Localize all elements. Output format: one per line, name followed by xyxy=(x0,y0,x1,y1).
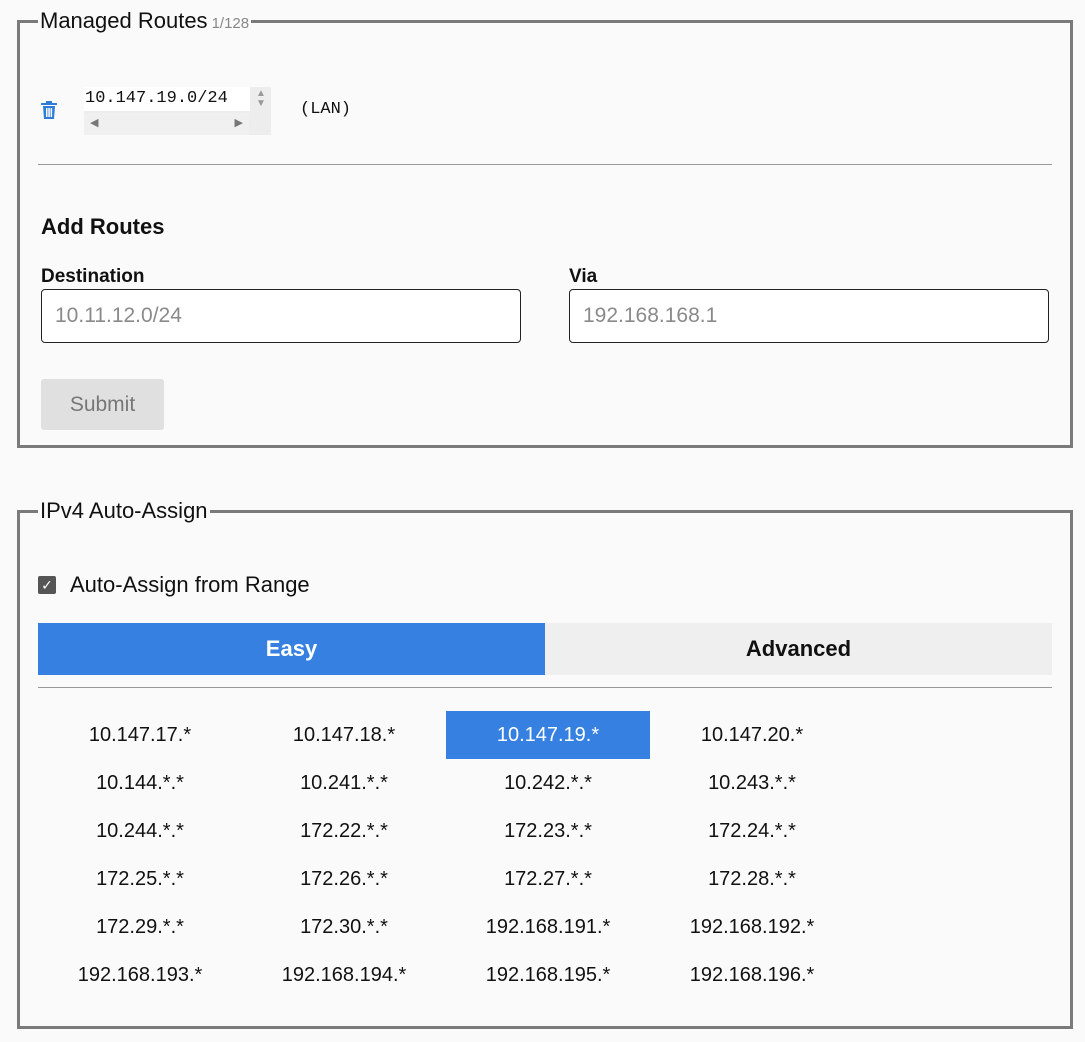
range-option[interactable]: 172.28.*.* xyxy=(650,855,854,903)
scroll-left-icon[interactable]: ◀ xyxy=(90,116,98,129)
range-option[interactable]: 10.244.*.* xyxy=(38,807,242,855)
submit-button[interactable]: Submit xyxy=(41,379,164,430)
destination-label: Destination xyxy=(41,266,145,287)
range-option-selected[interactable]: 10.147.19.* xyxy=(446,711,650,759)
add-routes-title: Add Routes xyxy=(41,214,165,239)
trash-icon[interactable] xyxy=(40,100,58,120)
range-option[interactable]: 10.147.20.* xyxy=(650,711,854,759)
managed-routes-panel: Managed Routes 1/128 10.147.19.0/24 ▲ ▼ ◀ … xyxy=(17,8,1073,448)
auto-assign-checkbox[interactable]: ✓ xyxy=(38,576,56,594)
via-label: Via xyxy=(569,266,598,287)
scroll-right-icon[interactable]: ▶ xyxy=(235,116,243,129)
via-input[interactable] xyxy=(569,289,1049,343)
range-option[interactable]: 192.168.194.* xyxy=(242,951,446,999)
route-destination-field[interactable]: 10.147.19.0/24 ▲ ▼ ◀ ▶ xyxy=(84,87,271,135)
spinner-arrows-icon[interactable]: ▲ ▼ xyxy=(253,89,269,109)
range-option[interactable]: 192.168.193.* xyxy=(38,951,242,999)
auto-assign-checkbox-label[interactable]: Auto-Assign from Range xyxy=(70,572,310,598)
range-option[interactable]: 172.26.*.* xyxy=(242,855,446,903)
range-option[interactable]: 192.168.192.* xyxy=(650,903,854,951)
range-option[interactable]: 10.243.*.* xyxy=(650,759,854,807)
horizontal-scrollbar[interactable]: ◀ ▶ xyxy=(84,113,249,135)
route-via-tag: (LAN) xyxy=(300,100,352,119)
range-option[interactable]: 172.23.*.* xyxy=(446,807,650,855)
range-option[interactable]: 172.29.*.* xyxy=(38,903,242,951)
ipv4-auto-assign-title: IPv4 Auto-Assign xyxy=(40,498,208,523)
tab-advanced[interactable]: Advanced xyxy=(545,623,1052,675)
range-option[interactable]: 192.168.195.* xyxy=(446,951,650,999)
managed-routes-legend: Managed Routes 1/128 xyxy=(38,8,251,34)
range-option[interactable]: 172.22.*.* xyxy=(242,807,446,855)
range-option[interactable]: 10.147.18.* xyxy=(242,711,446,759)
managed-routes-title: Managed Routes xyxy=(40,8,208,33)
range-option[interactable]: 172.27.*.* xyxy=(446,855,650,903)
section-divider xyxy=(38,164,1052,165)
range-option[interactable]: 192.168.196.* xyxy=(650,951,854,999)
tabs-divider xyxy=(38,687,1052,688)
range-option[interactable]: 172.30.*.* xyxy=(242,903,446,951)
route-destination-value[interactable]: 10.147.19.0/24 xyxy=(84,87,250,111)
ipv4-auto-assign-panel: IPv4 Auto-Assign ✓ Auto-Assign from Rang… xyxy=(17,498,1073,1029)
range-option[interactable]: 172.25.*.* xyxy=(38,855,242,903)
range-option[interactable]: 10.147.17.* xyxy=(38,711,242,759)
range-option[interactable]: 10.242.*.* xyxy=(446,759,650,807)
route-count: 1/128 xyxy=(211,15,250,32)
destination-input[interactable] xyxy=(41,289,521,343)
range-option[interactable]: 192.168.191.* xyxy=(446,903,650,951)
range-grid: 10.147.17.* 10.147.18.* 10.147.19.* 10.147.… xyxy=(38,711,854,999)
range-option[interactable]: 172.24.*.* xyxy=(650,807,854,855)
route-row: 10.147.19.0/24 ▲ ▼ ◀ ▶ (LAN) xyxy=(40,84,440,135)
tab-easy[interactable]: Easy xyxy=(38,623,545,675)
range-option[interactable]: 10.241.*.* xyxy=(242,759,446,807)
range-option[interactable]: 10.144.*.* xyxy=(38,759,242,807)
